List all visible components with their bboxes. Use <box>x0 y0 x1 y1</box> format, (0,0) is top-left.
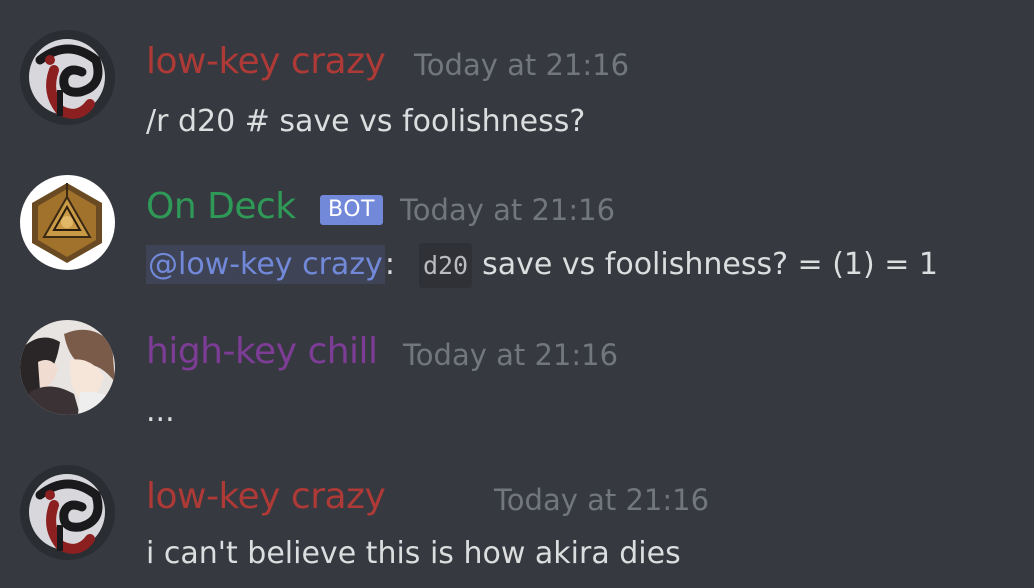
chat-message: low-key crazy Today at 21:16 /r d20 # sa… <box>0 0 1034 140</box>
d20-dice-avatar-icon <box>20 175 115 270</box>
message-author[interactable]: low-key crazy <box>146 40 386 84</box>
chat-message: high-key chill Today at 21:16 ... <box>0 290 1034 430</box>
user-avatar[interactable] <box>20 30 115 125</box>
user-avatar[interactable] <box>20 320 115 415</box>
message-timestamp: Today at 21:16 <box>400 193 616 227</box>
message-author[interactable]: low-key crazy <box>146 475 386 519</box>
spiral-demon-avatar-icon <box>20 465 115 560</box>
chat-message: On Deck BOT Today at 21:16 @low-key craz… <box>0 145 1034 288</box>
message-content: @low-key crazy: d20 save vs foolishness? =… <box>146 243 939 288</box>
chat-message: low-key crazy Today at 21:16 i can't bel… <box>0 435 1034 575</box>
message-content: /r d20 # save vs foolishness? <box>146 104 586 139</box>
roll-result-text: save vs foolishness? = (1) = 1 <box>482 247 939 282</box>
bot-tag-badge: BOT <box>320 195 383 225</box>
message-author[interactable]: high-key chill <box>146 330 378 374</box>
inline-code: d20 <box>418 243 473 288</box>
chat-message-list: low-key crazy Today at 21:16 /r d20 # sa… <box>0 0 1034 588</box>
message-author[interactable]: On Deck <box>146 185 296 229</box>
message-content: ... <box>146 394 175 429</box>
message-timestamp: Today at 21:16 <box>494 483 710 517</box>
mention-separator: : <box>384 247 395 282</box>
anime-characters-avatar-icon <box>20 320 115 415</box>
message-timestamp: Today at 21:16 <box>414 48 630 82</box>
message-content: i can't believe this is how akira dies <box>146 536 681 571</box>
user-mention[interactable]: @low-key crazy <box>146 245 385 284</box>
spiral-demon-avatar-icon <box>20 30 115 125</box>
bot-avatar[interactable] <box>20 175 115 270</box>
user-avatar[interactable] <box>20 465 115 560</box>
message-timestamp: Today at 21:16 <box>403 338 619 372</box>
